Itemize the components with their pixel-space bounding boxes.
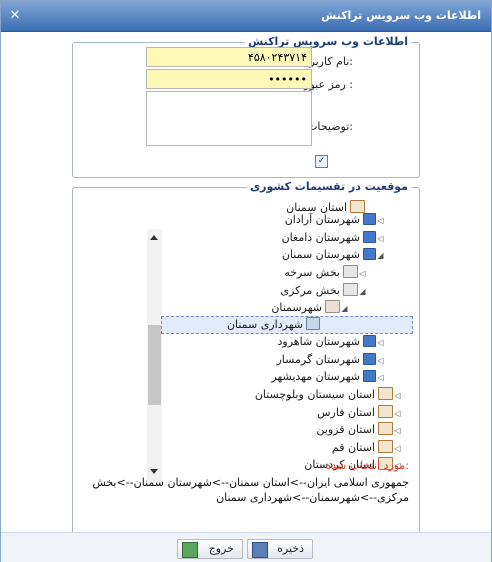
section-icon — [343, 265, 358, 278]
tree-node-label: شهرستان سمنان — [281, 248, 360, 261]
tree-node[interactable]: ◁ شهرستان آرادان — [285, 212, 385, 228]
tree-node-label: بخش مرکزی — [280, 284, 340, 297]
title-bar[interactable]: اطلاعات وب سرویس تراکنش ✕ — [1, 1, 491, 32]
tree-scrollbar[interactable] — [147, 229, 162, 482]
province-icon — [378, 405, 393, 418]
tree-node[interactable]: ◁ استان فارس — [317, 405, 402, 421]
location-legend: موقعیت در تقسیمات کشوری — [247, 180, 411, 193]
tree-node[interactable]: ◁ استان قم — [332, 440, 402, 456]
tree-node-label: بخش سرخه — [284, 266, 340, 279]
save-icon — [252, 542, 268, 558]
tree-expander[interactable]: ◁ — [376, 231, 385, 247]
tree-expander[interactable]: ◁ — [393, 423, 402, 439]
tree-node-selected[interactable]: شهرداری سمنان — [161, 316, 413, 334]
dialog-body: اطلاعات وب سرویس تراکنش نام کاربری: رمز … — [1, 32, 491, 556]
scroll-down-icon[interactable] — [150, 469, 158, 474]
description-label: توضیحات: — [307, 120, 353, 133]
dialog-window: اطلاعات وب سرویس تراکنش ✕ اطلاعات وب سرو… — [0, 0, 492, 562]
username-input[interactable] — [146, 47, 312, 67]
tree-node-label: شهرستان مهدیشهر — [271, 370, 360, 383]
province-icon — [378, 387, 393, 400]
tree-node[interactable]: ◢ شهرسمنان — [271, 300, 349, 316]
tree-expander[interactable]: ◢ — [376, 248, 385, 264]
tree-node[interactable]: ◁ استان سیستان وبلوچستان — [255, 387, 402, 403]
active-checkbox[interactable]: ✓ — [315, 155, 328, 168]
tree-expander[interactable]: ◢ — [358, 284, 367, 300]
dialog-footer: خروج ذخیره — [1, 532, 491, 562]
district-icon — [363, 231, 376, 243]
save-button[interactable]: ذخیره — [247, 539, 313, 559]
tree-node[interactable]: ◁ استان قزوین — [316, 422, 402, 438]
tree-expander[interactable]: ◢ — [340, 301, 349, 317]
tree-node[interactable]: ◁ شهرستان شاهرود — [278, 334, 385, 350]
city-icon — [325, 300, 340, 313]
tree-node-label: استان سیستان وبلوچستان — [254, 388, 375, 401]
tree-expander[interactable]: ◁ — [393, 406, 402, 422]
window-title: اطلاعات وب سرویس تراکنش — [321, 9, 481, 22]
tree-expander[interactable]: ◁ — [393, 388, 402, 404]
tree-expander[interactable]: ◁ — [358, 266, 367, 282]
tree-node-label: استان قزوین — [316, 423, 375, 436]
tree-node[interactable]: ◁ شهرستان مهدیشهر — [271, 369, 385, 385]
tree-expander[interactable]: ◁ — [376, 335, 385, 351]
tree-node-label: شهرداری سمنان — [226, 318, 303, 331]
tree-node-label: شهرستان آرادان — [284, 213, 360, 226]
selected-item-title: مورد انتخاب شده: — [325, 459, 410, 472]
district-icon — [363, 248, 376, 260]
tree-node[interactable]: ◁ شهرستان دامغان — [282, 230, 385, 246]
exit-button[interactable]: خروج — [177, 539, 243, 559]
section-icon — [343, 283, 358, 296]
tree-node-label: استان قم — [331, 441, 375, 454]
tree-node[interactable]: ◁ شهرستان گرمسار — [277, 352, 386, 368]
tree-node[interactable]: ◁ بخش سرخه — [284, 265, 367, 281]
tree-node[interactable]: ◢ شهرستان سمنان — [282, 247, 385, 263]
exit-icon — [182, 542, 198, 558]
selected-item-path: جمهوری اسلامی ایران-->استان سمنان-->شهرس… — [92, 476, 409, 504]
tree-expander[interactable]: ◁ — [393, 441, 402, 457]
province-icon — [378, 422, 393, 435]
tree-expander[interactable]: ◁ — [376, 213, 385, 229]
tree-node-label: شهرستان گرمسار — [276, 353, 361, 366]
save-button-label: ذخیره — [277, 542, 304, 555]
close-icon[interactable]: ✕ — [7, 8, 23, 24]
municipality-icon — [306, 317, 320, 330]
district-icon — [363, 213, 376, 225]
tree-node-label: شهرسمنان — [271, 301, 322, 314]
exit-button-label: خروج — [208, 542, 234, 555]
password-input[interactable] — [146, 69, 312, 89]
tree-expander[interactable]: ◁ — [376, 370, 385, 386]
tree-node[interactable]: ◢ بخش مرکزی — [280, 283, 367, 299]
tree-node-label: شهرستان دامغان — [281, 231, 360, 244]
scroll-up-icon[interactable] — [150, 235, 158, 240]
tree-node-label: استان فارس — [317, 406, 375, 419]
district-icon — [363, 335, 376, 347]
description-textarea[interactable] — [146, 91, 312, 146]
tree-expander[interactable]: ◁ — [376, 353, 385, 369]
district-icon — [363, 353, 376, 365]
province-icon — [378, 440, 393, 453]
district-icon — [363, 370, 376, 382]
scroll-thumb[interactable] — [148, 325, 161, 405]
tree-node-label: شهرستان شاهرود — [277, 335, 360, 348]
